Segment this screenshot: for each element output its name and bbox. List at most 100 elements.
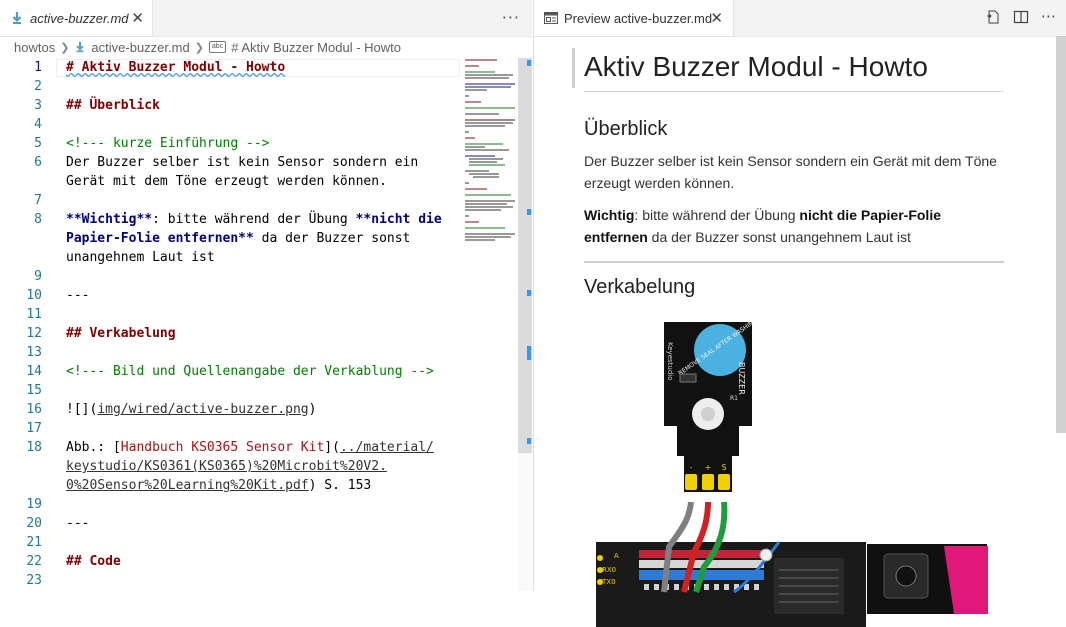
line-number: 23 [26,573,42,588]
preview-actions: ··· [985,9,1056,25]
code-line[interactable]: ## Verkabelung [66,324,176,343]
pin-label: + [705,463,712,472]
horizontal-rule [584,261,1004,263]
scroll-marker [527,209,531,215]
code-line[interactable]: --- [66,514,89,533]
code-line[interactable]: <!--- Bild und Quellenangabe der Verkabl… [66,362,434,381]
chevron-right-icon: ❯ [194,41,204,54]
line-number: 22 [26,554,42,569]
link-text: Handbuch KS0365 Sensor Kit [120,440,325,455]
string-symbol-icon: abc [208,41,227,53]
bold-text: **Wichtig** [66,212,153,227]
close-tab-icon[interactable]: ✕ [710,9,723,27]
module-label: BUZZER [737,362,746,395]
heading-text: # Aktiv Buzzer Modul - Howto [66,60,286,75]
chevron-right-icon: ❯ [60,41,70,54]
code-line[interactable]: Der Buzzer selber ist kein Sensor sonder… [66,153,418,172]
file-link[interactable]: 0%20Sensor%20Learning%20Kit.pdf [66,478,309,493]
line-number: 18 [26,440,42,455]
tab-label: active-buzzer.md [30,10,129,26]
code-text: Der Buzzer selber ist kein Sensor sonder… [66,155,419,170]
heading-underline [584,91,1004,92]
preview-heading-wiring: Verkabelung [584,276,696,298]
comment-text: <!--- kurze Einführung --> [66,136,270,151]
preview-icon [544,12,558,24]
code-line[interactable]: --- [66,286,89,305]
breadcrumb-file[interactable]: active-buzzer.md [91,40,189,55]
paragraph-text: : bitte während der Übung [634,207,800,223]
heading-text: ## Verkabelung [66,326,176,341]
code-text: --- [66,288,90,303]
preview-heading-1: Aktiv Buzzer Modul - Howto [584,51,928,82]
code-line[interactable]: Papier-Folie entfernen** da der Buzzer s… [66,229,410,248]
line-number: 9 [34,269,42,284]
line-number: 7 [34,193,42,208]
code-text: ) S. 153 [308,478,372,493]
code-text: : bitte während der Übung [152,212,356,227]
code-line[interactable]: unangehnem Laut ist [66,248,215,267]
tab-label: Preview active-buzzer.md [564,10,713,26]
preview-scrollbar[interactable] [1056,36,1066,433]
code-line[interactable]: keystudio/KS0361(KS0365)%20Microbit%20V2… [66,457,387,476]
split-editor-icon[interactable] [1013,9,1029,25]
breadcrumb-symbol[interactable]: # Aktiv Buzzer Modul - Howto [231,40,401,55]
code-line[interactable]: Abb.: [Handbuch KS0365 Sensor Kit](../ma… [66,438,434,457]
file-link[interactable]: ../material/ [340,440,434,455]
file-link[interactable]: keystudio/KS0361(KS0365)%20Microbit%20V2… [66,459,387,474]
code-line[interactable]: ![](img/wired/active-buzzer.png) [66,400,316,419]
line-number: 19 [26,497,42,512]
preview-tab-bar: Preview active-buzzer.md ✕ ··· [534,0,1066,37]
image-link[interactable]: img/wired/active-buzzer.png [97,402,308,417]
line-number: 4 [34,117,42,132]
tab-preview-active-buzzer-md[interactable]: Preview active-buzzer.md ✕ [534,0,734,36]
more-actions-icon[interactable]: ··· [502,8,520,27]
pin-label: - [690,463,693,472]
comment-text: <!--- Bild und Quellenangabe der Verkabl… [66,364,434,379]
code-text: unangehnem Laut ist [66,250,215,265]
code-text: da der Buzzer sonst [253,231,411,246]
wiring-image: RX0 TX0 A REMOVE SEAL AFTER WASHING BUZZ… [596,322,988,627]
module-pins [685,474,730,490]
breadcrumb-folder[interactable]: howtos [14,40,55,55]
tab-active-buzzer-md[interactable]: active-buzzer.md ✕ [0,0,153,36]
code-line[interactable]: <!--- kurze Einführung --> [66,134,270,153]
scroll-marker [527,60,531,66]
code-line[interactable]: ## Code [66,552,121,571]
open-source-icon[interactable] [985,9,1001,25]
markdown-file-icon [12,12,22,24]
markdown-file-icon [76,41,85,53]
line-number: 20 [26,516,42,531]
brand-label: Keyestudio [666,342,674,381]
bold-text: Wichtig [584,207,635,223]
scroll-marker [527,290,531,296]
code-text: ![]( [66,402,98,417]
code-text: Gerät mit dem Töne erzeugt werden können… [66,174,387,189]
code-line[interactable]: Gerät mit dem Töne erzeugt werden können… [66,172,387,191]
bold-text: Papier-Folie entfernen** [66,231,254,246]
heading-text: ## Code [66,554,121,569]
line-number: 2 [34,79,42,94]
breadcrumb: howtos ❯ active-buzzer.md ❯ abc # Aktiv … [0,36,532,58]
editor-scrollbar-thumb[interactable] [518,58,532,453]
more-actions-icon[interactable]: ··· [1041,9,1056,25]
code-line[interactable]: # Aktiv Buzzer Modul - Howto [66,58,285,77]
line-number: 12 [26,326,42,341]
r1-label: R1 [730,395,738,402]
code-text: ]( [324,440,340,455]
minimap[interactable] [465,58,520,278]
preview-paragraph: Wichtig: bitte während der Übung nicht d… [584,204,1004,248]
line-number: 3 [34,98,42,113]
code-line[interactable]: ## Überblick [66,96,160,115]
line-number: 1 [34,60,42,75]
line-number: 16 [26,402,42,417]
line-number: 15 [26,383,42,398]
line-number: 17 [26,421,42,436]
heading-focus-indicator [572,48,575,88]
paragraph-text: da der Buzzer sonst unangehnem Laut ist [647,229,911,245]
close-tab-icon[interactable]: ✕ [131,9,144,27]
code-line[interactable]: **Wichtig**: bitte während der Übung **n… [66,210,442,229]
preview-paragraph: Der Buzzer selber ist kein Sensor sonder… [584,153,997,191]
scroll-marker [527,346,531,360]
code-line[interactable]: 0%20Sensor%20Learning%20Kit.pdf) S. 153 [66,476,371,495]
line-number: 5 [34,136,42,151]
